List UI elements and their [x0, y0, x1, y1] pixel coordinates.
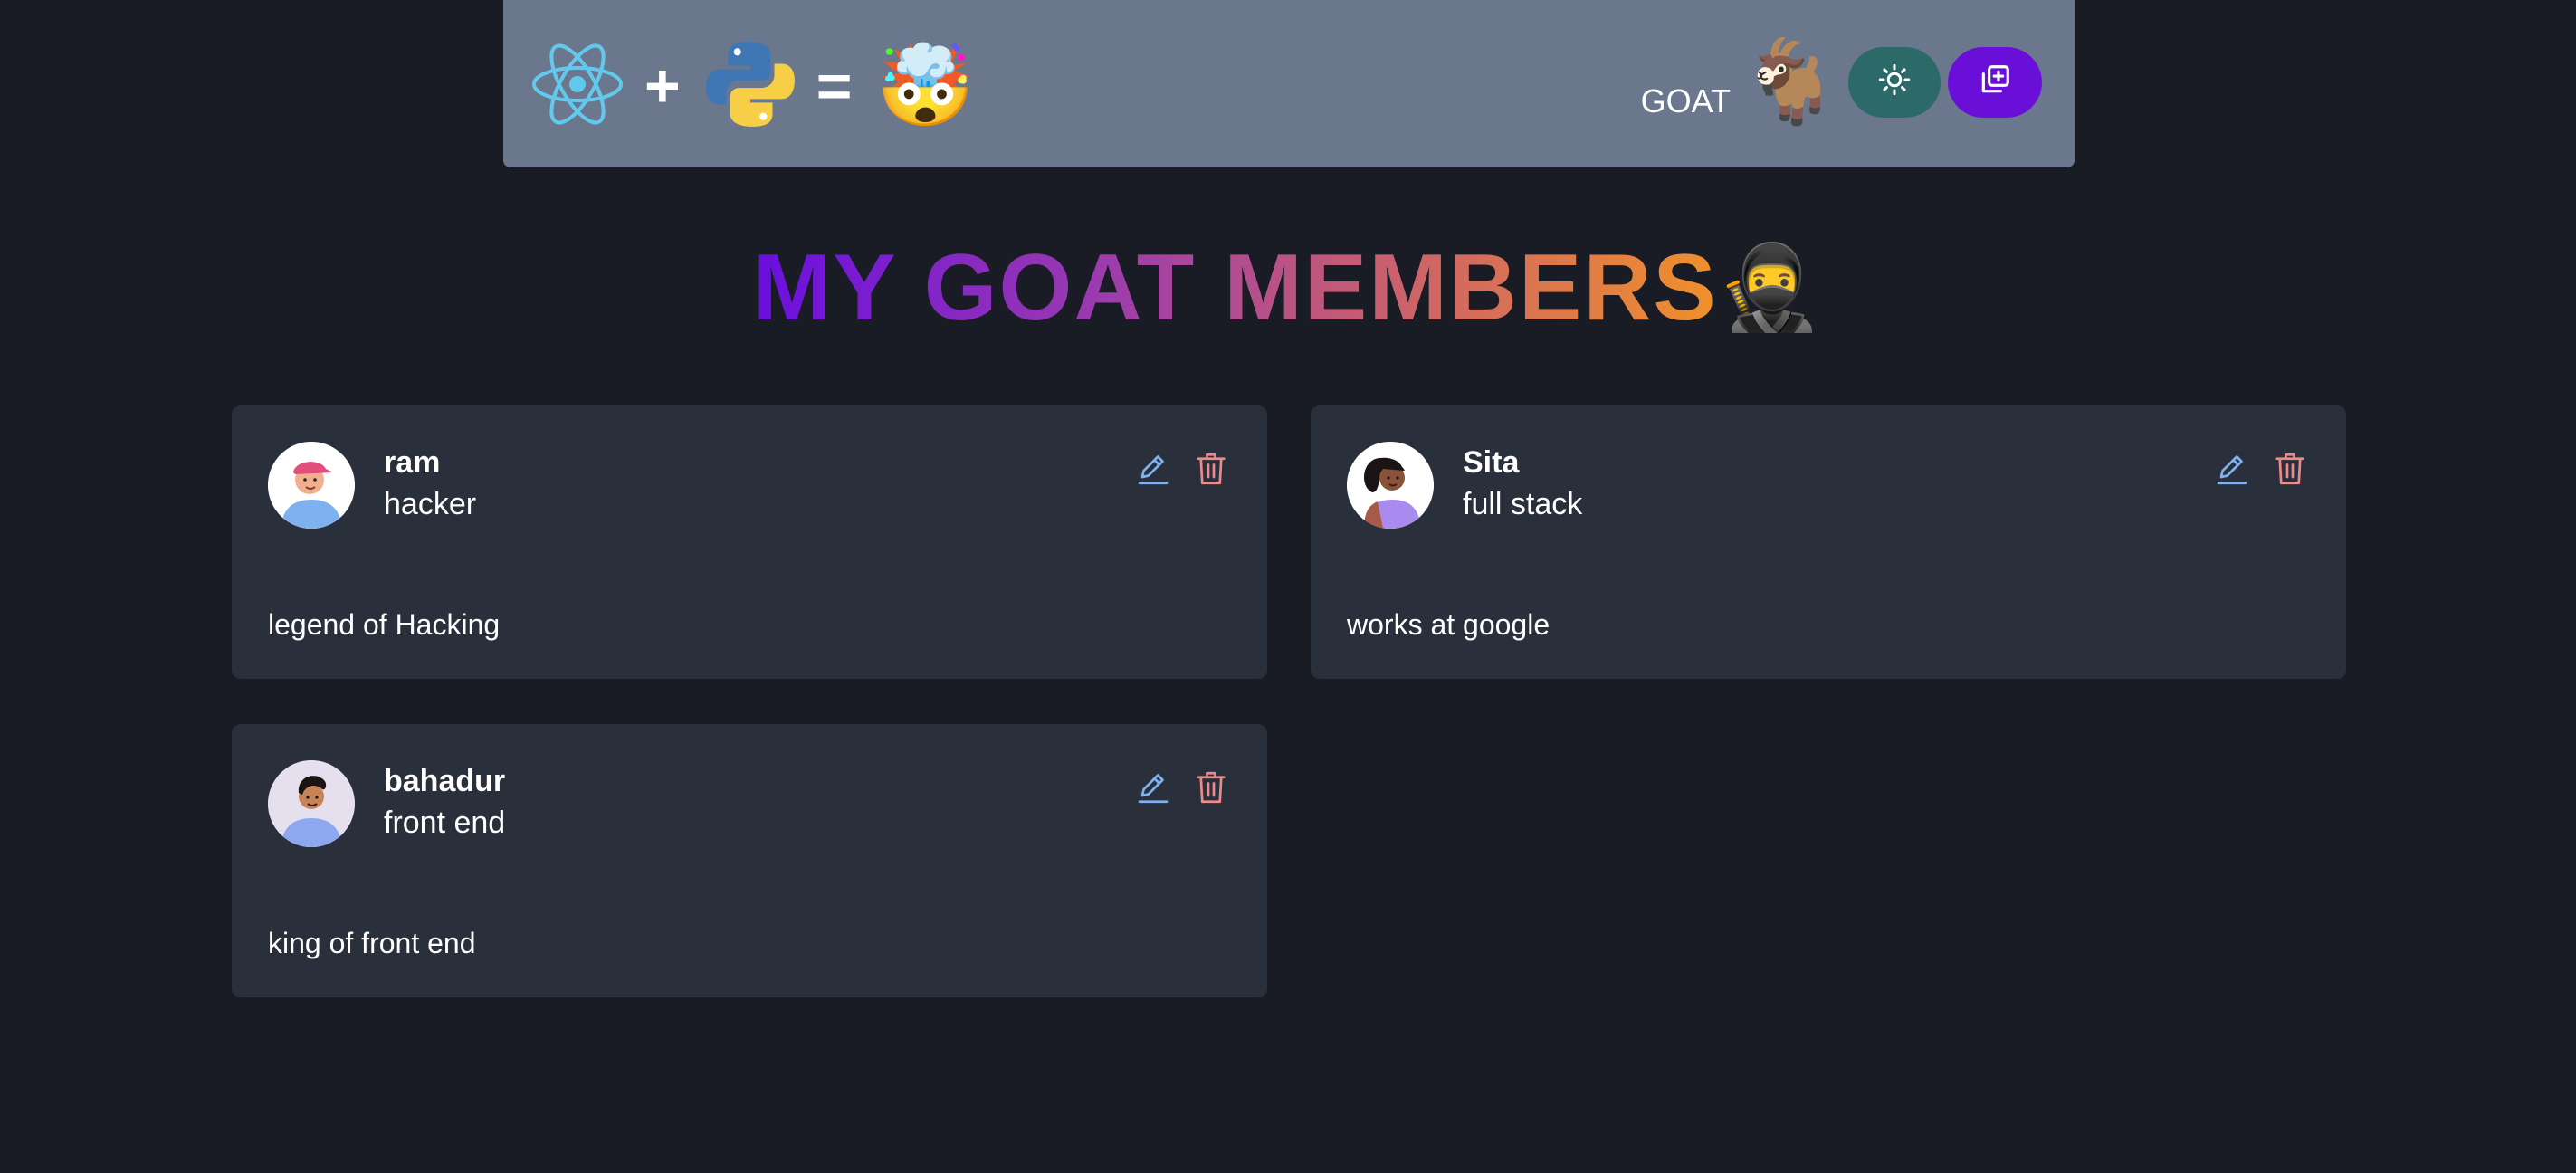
- edit-button[interactable]: [2216, 451, 2248, 487]
- edit-button[interactable]: [1137, 451, 1169, 487]
- delete-button[interactable]: [2274, 451, 2306, 487]
- add-member-button[interactable]: [1948, 46, 2042, 118]
- member-description: works at google: [1347, 608, 1550, 641]
- member-card: bahadur front end king of front end: [232, 724, 1267, 997]
- tech-stack-logos: + = 🤯: [530, 33, 975, 139]
- brand-area: GOAT 🐐: [1641, 34, 2042, 129]
- trash-icon: [1195, 453, 1227, 491]
- plus-sign: +: [644, 52, 681, 120]
- member-role: hacker: [384, 487, 477, 521]
- ninja-emoji: 🥷: [1717, 242, 1824, 335]
- member-role: front end: [384, 806, 506, 840]
- member-description: king of front end: [268, 927, 476, 959]
- member-name: bahadur: [384, 764, 506, 798]
- trash-icon: [2274, 453, 2306, 491]
- member-card: Sita full stack works at google: [1311, 405, 2346, 679]
- member-name: Sita: [1463, 445, 1520, 480]
- pencil-icon: [2216, 455, 2248, 491]
- member-card: ram hacker legend of Hacking: [232, 405, 1267, 679]
- delete-button[interactable]: [1195, 451, 1227, 487]
- theme-toggle-button[interactable]: [1848, 46, 1941, 118]
- sun-icon: [1878, 63, 1911, 100]
- avatar: [268, 760, 355, 847]
- brand-label: GOAT: [1640, 81, 1731, 119]
- top-navbar: + = 🤯 GOAT 🐐: [503, 0, 2075, 167]
- mind-blown-emoji: 🤯: [875, 40, 976, 130]
- equals-sign: =: [816, 52, 853, 120]
- pencil-icon: [1137, 774, 1169, 809]
- member-description: legend of Hacking: [268, 608, 501, 641]
- avatar: [1347, 442, 1434, 529]
- member-name: ram: [384, 445, 441, 480]
- goat-emoji: 🐐: [1739, 37, 1841, 128]
- react-logo-icon: [530, 37, 625, 136]
- page-title-text: MY GOAT MEMBERS: [752, 235, 1718, 341]
- pencil-icon: [1137, 455, 1169, 491]
- avatar: [268, 442, 355, 529]
- add-square-icon: [1978, 62, 2012, 101]
- trash-icon: [1195, 771, 1227, 809]
- edit-button[interactable]: [1137, 769, 1169, 806]
- page-title: MY GOAT MEMBERS🥷: [0, 228, 2576, 342]
- member-role: full stack: [1463, 487, 1583, 521]
- delete-button[interactable]: [1195, 769, 1227, 806]
- python-logo-icon: [704, 38, 797, 135]
